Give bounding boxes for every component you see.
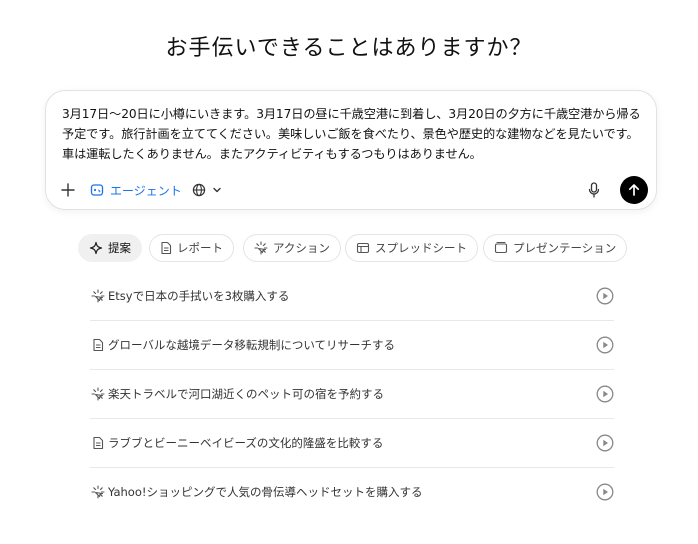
chip-label: スプレッドシート <box>375 241 467 255</box>
action-sparkle-icon <box>90 484 106 500</box>
composer-toolbar: エージェント <box>58 176 648 204</box>
add-attachment-button[interactable] <box>58 177 78 203</box>
suggestion-text: ラブブとビーニーベイビーズの文化的隆盛を比較する <box>108 436 384 450</box>
table-icon <box>356 241 370 255</box>
plus-icon <box>61 183 75 197</box>
arrow-up-icon <box>627 183 641 197</box>
action-sparkle-icon <box>90 288 106 304</box>
play-icon[interactable] <box>596 287 614 305</box>
chip-suggestions[interactable]: 提案 <box>78 234 142 262</box>
chip-label: アクション <box>273 241 330 255</box>
agent-label: エージェント <box>110 183 182 198</box>
chip-report[interactable]: レポート <box>149 234 234 262</box>
suggestion-item[interactable]: 楽天トラベルで河口湖近くのペット可の宿を予約する <box>90 370 614 419</box>
suggestion-text: 楽天トラベルで河口湖近くのペット可の宿を予約する <box>108 387 384 401</box>
chip-action[interactable]: アクション <box>243 234 341 262</box>
chip-label: レポート <box>177 241 223 255</box>
action-sparkle-icon <box>90 386 106 402</box>
play-icon[interactable] <box>596 434 614 452</box>
play-icon[interactable] <box>596 336 614 354</box>
play-icon[interactable] <box>596 483 614 501</box>
suggestion-item[interactable]: ラブブとビーニーベイビーズの文化的隆盛を比較する <box>90 419 614 468</box>
suggestion-text: Etsyで日本の手拭いを3枚購入する <box>108 289 290 303</box>
chevron-down-icon <box>212 185 222 195</box>
send-button[interactable] <box>620 176 648 204</box>
agent-icon <box>90 183 104 197</box>
suggestion-text: Yahoo!ショッピングで人気の骨伝導ヘッドセットを購入する <box>108 485 423 499</box>
suggestion-item[interactable]: Yahoo!ショッピングで人気の骨伝導ヘッドセットを購入する <box>90 468 614 516</box>
web-search-dropdown[interactable] <box>192 177 222 203</box>
document-icon <box>90 435 106 451</box>
suggestion-item[interactable]: グローバルな越境データ移転規制についてリサーチする <box>90 321 614 370</box>
suggestion-list: Etsyで日本の手拭いを3枚購入する グローバルな越境データ移転規制についてリサ… <box>90 272 614 516</box>
agent-mode-button[interactable]: エージェント <box>90 177 182 203</box>
action-sparkle-icon <box>254 241 268 255</box>
globe-icon <box>192 183 206 197</box>
suggestion-text: グローバルな越境データ移転規制についてリサーチする <box>108 338 396 352</box>
prompt-input[interactable]: 3月17日〜20日に小樽にいきます。3月17日の昼に千歳空港に到着し、3月20日… <box>62 104 644 164</box>
prompt-composer[interactable]: 3月17日〜20日に小樽にいきます。3月17日の昼に千歳空港に到着し、3月20日… <box>45 90 657 210</box>
page-title: お手伝いできることはありますか？ <box>165 36 533 61</box>
chip-presentation[interactable]: プレゼンテーション <box>483 234 628 262</box>
chip-label: プレゼンテーション <box>513 241 617 255</box>
chip-label: 提案 <box>108 241 131 255</box>
microphone-icon <box>588 182 600 198</box>
document-icon <box>90 337 106 353</box>
document-icon <box>160 241 172 255</box>
chip-spreadsheet[interactable]: スプレッドシート <box>345 234 478 262</box>
slides-icon <box>494 241 508 255</box>
sparkle-icon <box>89 241 103 255</box>
play-icon[interactable] <box>596 385 614 403</box>
microphone-button[interactable] <box>584 177 604 203</box>
suggestion-item[interactable]: Etsyで日本の手拭いを3枚購入する <box>90 272 614 321</box>
